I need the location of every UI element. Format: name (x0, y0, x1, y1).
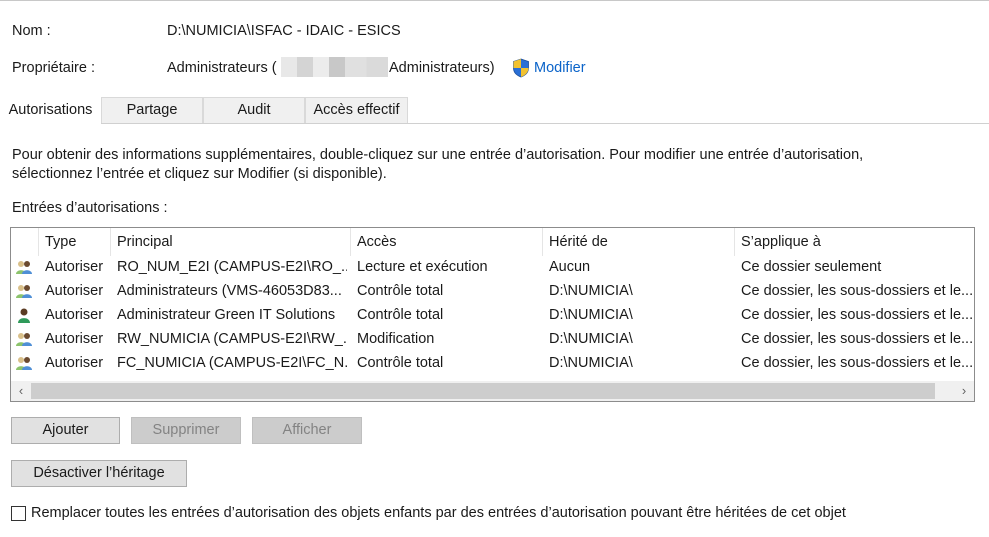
cell-applies-to: Ce dossier, les sous-dossiers et le... (741, 283, 974, 299)
table-row[interactable]: Autoriser Administrateurs (VMS-46053D83.… (11, 279, 974, 303)
cell-applies-to: Ce dossier, les sous-dossiers et le... (741, 307, 974, 323)
replace-child-permissions-checkbox[interactable] (11, 506, 26, 521)
table-row[interactable]: Autoriser RW_NUMICIA (CAMPUS-E2I\RW_... … (11, 327, 974, 351)
cell-inherited-from: D:\NUMICIA\ (549, 307, 633, 323)
group-icon (16, 285, 32, 298)
horizontal-scrollbar[interactable]: ‹ › (11, 381, 974, 401)
user-icon (18, 308, 30, 323)
column-header-applies-to[interactable]: S’applique à (735, 228, 974, 256)
modify-owner-link[interactable]: Modifier (534, 60, 586, 76)
owner-value-prefix: Administrateurs ( (167, 60, 277, 76)
tab-divider (0, 123, 989, 124)
tab-partage[interactable]: Partage (101, 97, 203, 124)
cell-principal: FC_NUMICIA (CAMPUS-E2I\FC_N... (117, 355, 347, 371)
cell-access: Modification (357, 331, 435, 347)
column-header-icon[interactable] (11, 228, 39, 256)
tab-bar: Autorisations Partage Audit Accès effect… (0, 96, 989, 124)
column-header-principal[interactable]: Principal (111, 228, 351, 256)
info-text-line1: Pour obtenir des informations supplément… (12, 147, 864, 163)
table-row[interactable]: Autoriser Administrateur Green IT Soluti… (11, 303, 974, 327)
uac-shield-icon (513, 58, 529, 78)
entries-label: Entrées d’autorisations : (12, 200, 168, 216)
permission-entries-table: Type Principal Accès Hérité de S’appliqu… (10, 227, 975, 402)
tab-autorisations[interactable]: Autorisations (0, 96, 101, 124)
tab-audit[interactable]: Audit (203, 97, 305, 124)
group-icon (16, 333, 32, 346)
remove-button[interactable]: Supprimer (131, 417, 241, 444)
scrollbar-thumb[interactable] (31, 383, 935, 399)
redacted-owner (281, 57, 388, 77)
cell-type: Autoriser (45, 355, 104, 371)
cell-access: Contrôle total (357, 355, 444, 371)
owner-label: Propriétaire : (12, 60, 96, 76)
scroll-right-icon[interactable]: › (954, 381, 974, 401)
replace-child-permissions-label[interactable]: Remplacer toutes les entrées d’autorisat… (31, 505, 846, 521)
scroll-left-icon[interactable]: ‹ (11, 381, 31, 401)
name-value: D:\NUMICIA\ISFAC - IDAIC - ESICS (167, 23, 401, 39)
cell-inherited-from: Aucun (549, 259, 591, 275)
view-button[interactable]: Afficher (252, 417, 362, 444)
tab-acces-effectif[interactable]: Accès effectif (305, 97, 408, 124)
cell-type: Autoriser (45, 307, 104, 323)
cell-principal: RO_NUM_E2I (CAMPUS-E2I\RO_... (117, 259, 347, 275)
disable-inheritance-button[interactable]: Désactiver l’héritage (11, 460, 187, 487)
top-border (0, 0, 989, 1)
cell-applies-to: Ce dossier seulement (741, 259, 882, 275)
group-icon (16, 357, 32, 370)
cell-principal: RW_NUMICIA (CAMPUS-E2I\RW_... (117, 331, 347, 347)
cell-type: Autoriser (45, 259, 104, 275)
info-text-line2: sélectionnez l’entrée et cliquez sur Mod… (12, 166, 387, 182)
cell-principal: Administrateur Green IT Solutions (117, 307, 336, 323)
owner-value-suffix: Administrateurs) (389, 60, 495, 76)
column-header-inherited-from[interactable]: Hérité de (543, 228, 735, 256)
cell-access: Lecture et exécution (357, 259, 488, 275)
cell-applies-to: Ce dossier, les sous-dossiers et le... (741, 331, 974, 347)
cell-applies-to: Ce dossier, les sous-dossiers et le... (741, 355, 974, 371)
cell-inherited-from: D:\NUMICIA\ (549, 331, 633, 347)
cell-type: Autoriser (45, 283, 104, 299)
cell-type: Autoriser (45, 331, 104, 347)
cell-access: Contrôle total (357, 307, 444, 323)
add-button[interactable]: Ajouter (11, 417, 120, 444)
cell-inherited-from: D:\NUMICIA\ (549, 283, 633, 299)
column-header-type[interactable]: Type (39, 228, 111, 256)
name-label: Nom : (12, 23, 51, 39)
cell-access: Contrôle total (357, 283, 444, 299)
group-icon (16, 261, 32, 274)
table-row[interactable]: Autoriser FC_NUMICIA (CAMPUS-E2I\FC_N...… (11, 351, 974, 375)
table-row[interactable]: Autoriser RO_NUM_E2I (CAMPUS-E2I\RO_... … (11, 255, 974, 279)
cell-inherited-from: D:\NUMICIA\ (549, 355, 633, 371)
cell-principal: Administrateurs (VMS-46053D83... (117, 283, 342, 299)
column-header-access[interactable]: Accès (351, 228, 543, 256)
